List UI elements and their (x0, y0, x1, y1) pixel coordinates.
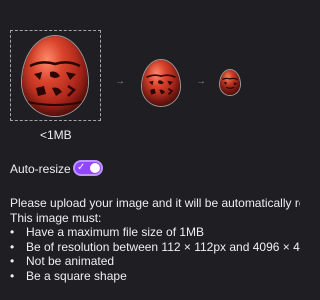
egg-pattern-icon (146, 74, 176, 96)
upload-instructions: Please upload your image and it will be … (10, 196, 300, 283)
requirement-item: Have a maximum file size of 1MB (10, 225, 300, 240)
requirement-item: Not be animated (10, 254, 300, 269)
egg-preview-small (220, 70, 240, 95)
toggle-knob (90, 163, 100, 173)
arrow-right-icon: → (196, 76, 206, 87)
egg-pattern-icon (27, 61, 83, 106)
egg-pattern-icon (222, 77, 238, 89)
egg-preview-medium (142, 60, 180, 106)
requirement-item: Be a square shape (10, 269, 300, 284)
check-icon: ✓ (77, 162, 86, 173)
file-size-label: <1MB (40, 128, 72, 142)
auto-resize-label: Auto-resize (10, 162, 71, 176)
auto-resize-toggle[interactable]: ✓ (73, 160, 103, 176)
arrow-right-icon: → (115, 76, 125, 87)
emote-upload-panel: → → <1MB Auto-resize ✓ Please upload you… (0, 0, 300, 300)
instructions-intro: Please upload your image and it will be … (10, 196, 300, 210)
requirements-list: Have a maximum file size of 1MB Be of re… (10, 225, 300, 283)
requirement-item: Be of resolution between 112 × 112px and… (10, 240, 300, 255)
instructions-must-label: This image must: (10, 210, 102, 225)
egg-preview-large (22, 36, 88, 116)
